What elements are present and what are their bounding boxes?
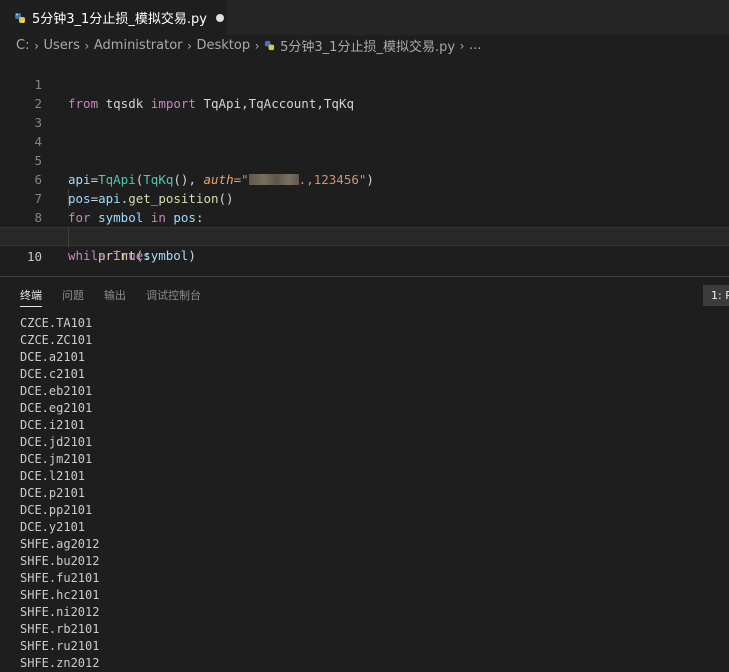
- tab-output[interactable]: 输出: [104, 287, 126, 307]
- chevron-right-icon: ›: [187, 38, 192, 53]
- unsaved-dot-icon[interactable]: [215, 13, 224, 22]
- keyword: True: [113, 248, 144, 263]
- punctuation: ): [188, 248, 196, 263]
- code-line-1[interactable]: 1 from tqsdk import TqApi,TqAccount,TqKq: [0, 56, 729, 111]
- terminal-line: SHFE.zn2012: [20, 656, 100, 670]
- indent-guide: [68, 228, 69, 247]
- chevron-right-icon: ›: [254, 38, 260, 53]
- code-line-6[interactable]: 6 pos=api.get_position(): [0, 151, 729, 206]
- terminal-line: SHFE.ru2101: [20, 639, 100, 653]
- terminal-line: DCE.eg2101: [20, 401, 93, 415]
- python-icon: [265, 40, 275, 51]
- code-line-2[interactable]: 2: [0, 75, 729, 111]
- python-icon: [15, 12, 25, 23]
- code-line-5[interactable]: 5 api=TqApi(TqKq(), auth=" .,123456"): [0, 132, 729, 187]
- terminal-line: DCE.jd2101: [20, 435, 93, 449]
- terminal-line: CZCE.TA101: [20, 316, 93, 330]
- editor-tab[interactable]: 5分钟3_1分止损_模拟交易.py: [0, 0, 226, 35]
- terminal-line: DCE.pp2101: [20, 503, 93, 517]
- indent-guide: [68, 189, 69, 208]
- terminal-line: SHFE.fu2101: [20, 571, 100, 585]
- terminal-line: SHFE.ni2012: [20, 605, 100, 619]
- tab-bar: 5分钟3_1分止损_模拟交易.py: [0, 0, 729, 35]
- terminal-line: DCE.eb2101: [20, 384, 93, 398]
- code-line-3[interactable]: 3: [0, 94, 729, 130]
- code-line-10[interactable]: 10 api.wait_update(): [0, 227, 729, 303]
- terminal-line: DCE.jm2101: [20, 452, 93, 466]
- terminal-line: CZCE.ZC101: [20, 333, 93, 347]
- terminal-line: DCE.y2101: [20, 520, 86, 534]
- code-line-9[interactable]: 9 while True:: [0, 208, 729, 263]
- terminal-line: SHFE.rb2101: [20, 622, 100, 636]
- code-editor[interactable]: 1 from tqsdk import TqApi,TqAccount,TqKq…: [0, 56, 729, 303]
- terminal-line: DCE.i2101: [20, 418, 86, 432]
- code-line-8[interactable]: 8 print(symbol): [0, 189, 729, 263]
- tab-terminal[interactable]: 终端: [20, 287, 42, 307]
- terminal-selector[interactable]: 1: P: [703, 285, 729, 306]
- breadcrumb-users[interactable]: Users: [43, 38, 79, 53]
- terminal-line: SHFE.bu2012: [20, 554, 100, 568]
- breadcrumb: C: › Users › Administrator › Desktop › 5…: [0, 35, 729, 56]
- code-line-7[interactable]: 7 for symbol in pos:: [0, 170, 729, 225]
- terminal-output[interactable]: CZCE.TA101 CZCE.ZC101 DCE.a2101 DCE.c210…: [20, 315, 720, 672]
- breadcrumb-symbols[interactable]: ...: [469, 38, 481, 53]
- line-number: 10: [26, 249, 42, 264]
- tab-problems[interactable]: 问题: [62, 287, 84, 307]
- terminal-line: SHFE.hc2101: [20, 588, 100, 602]
- tab-title: 5分钟3_1分止损_模拟交易.py: [32, 12, 207, 27]
- chevron-right-icon: ›: [84, 38, 90, 53]
- code-line-4[interactable]: 4: [0, 113, 729, 149]
- terminal-line: SHFE.ag2012: [20, 537, 100, 551]
- breadcrumb-drive[interactable]: C:: [16, 38, 29, 53]
- breadcrumb-administrator[interactable]: Administrator: [94, 38, 183, 53]
- tab-debug-console[interactable]: 调试控制台: [146, 287, 201, 307]
- terminal-line: DCE.l2101: [20, 469, 86, 483]
- breadcrumb-file[interactable]: 5分钟3_1分止损_模拟交易.py: [280, 36, 455, 55]
- bottom-panel: 终端 问题 输出 调试控制台 1: P CZCE.TA101 CZCE.ZC10…: [0, 276, 729, 672]
- chevron-right-icon: ›: [34, 38, 39, 53]
- terminal-line: DCE.c2101: [20, 367, 86, 381]
- breadcrumb-desktop[interactable]: Desktop: [197, 38, 251, 53]
- keyword: while: [68, 248, 106, 263]
- terminal-line: DCE.a2101: [20, 350, 86, 364]
- panel-tabs: 终端 问题 输出 调试控制台: [20, 287, 221, 307]
- terminal-line: DCE.p2101: [20, 486, 86, 500]
- punctuation: :: [143, 248, 151, 263]
- chevron-right-icon: ›: [459, 38, 465, 53]
